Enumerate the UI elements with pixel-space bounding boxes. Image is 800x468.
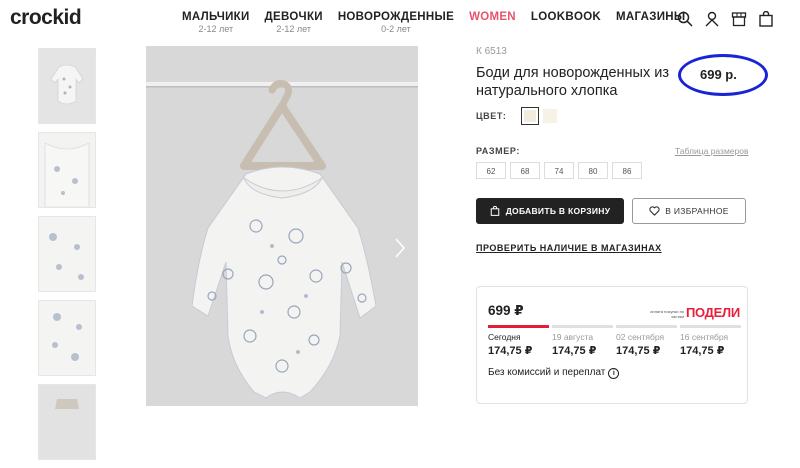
next-image-arrow[interactable] <box>393 236 407 260</box>
add-to-cart-button[interactable]: ДОБАВИТЬ В КОРЗИНУ <box>476 198 624 224</box>
info-icon[interactable]: i <box>608 368 620 379</box>
color-swatch-selected[interactable] <box>521 107 539 125</box>
thumbnail-5[interactable] <box>38 384 96 460</box>
nav-label: WOMEN <box>469 11 516 23</box>
no-fees-note: Без комиссий и переплат i <box>488 367 620 379</box>
crockid-logo[interactable]: crockid <box>10 6 82 30</box>
payment-date: Сегодня <box>488 332 521 342</box>
podeli-brand: ПОДЕЛИ <box>686 305 740 320</box>
header-icons <box>666 11 774 27</box>
payment-bar <box>616 325 677 328</box>
payment-date: 16 сентября <box>680 332 729 342</box>
payment-step-3: 02 сентября 174,75 ₽ <box>616 325 677 357</box>
bag-icon <box>490 206 499 216</box>
nav-label: ДЕВОЧКИ <box>264 11 323 23</box>
bodysuit-sleeve-image <box>39 217 95 291</box>
podeli-tagline: оплата покупки по частям <box>650 309 684 319</box>
store-icon[interactable] <box>731 11 747 27</box>
payment-step-2: 19 августа 174,75 ₽ <box>552 325 613 357</box>
podeli-installment-widget[interactable]: 699 ₽ оплата покупки по частям ПОДЕЛИ Се… <box>476 286 748 404</box>
nav-newborns[interactable]: НОВОРОЖДЕННЫЕ 0-2 лет <box>338 11 454 34</box>
payment-step-1: Сегодня 174,75 ₽ <box>488 325 549 357</box>
nav-sub: 0-2 лет <box>381 24 411 34</box>
user-icon[interactable] <box>704 11 720 27</box>
payment-bar <box>680 325 741 328</box>
color-label: ЦВЕТ: <box>476 111 507 121</box>
check-store-availability-link[interactable]: ПРОВЕРИТЬ НАЛИЧИЕ В МАГАЗИНАХ <box>476 243 662 253</box>
main-nav: МАЛЬЧИКИ 2-12 лет ДЕВОЧКИ 2-12 лет НОВОРОЖ… <box>182 11 700 34</box>
podeli-logo: оплата покупки по частям ПОДЕЛИ <box>646 305 741 321</box>
thumbnail-2[interactable] <box>38 132 96 208</box>
bodysuit-on-hanger-image <box>146 46 418 406</box>
nav-sub: 2-12 лет <box>276 24 311 34</box>
nav-label: НОВОРОЖДЕННЫЕ <box>337 11 455 23</box>
installment-price: 699 ₽ <box>488 303 524 318</box>
payment-amount: 174,75 ₽ <box>488 345 533 357</box>
color-swatch[interactable] <box>543 109 557 123</box>
nav-label: LOOKBOOK <box>530 11 602 23</box>
bodysuit-print-image <box>39 301 95 375</box>
add-to-favorites-button[interactable]: В ИЗБРАННОЕ <box>632 198 746 224</box>
bodysuit-back-image <box>39 385 95 459</box>
thumbnail-3[interactable] <box>38 216 96 292</box>
nav-sub: 2-12 лет <box>198 24 234 34</box>
main-product-image[interactable] <box>146 46 418 406</box>
nav-boys[interactable]: МАЛЬЧИКИ 2-12 лет <box>182 11 250 34</box>
thumbnail-gallery <box>38 48 96 468</box>
product-title: Боди для новорожденных из натурального х… <box>476 65 669 99</box>
product-sku: К 6513 <box>476 46 507 57</box>
payment-step-4: 16 сентября 174,75 ₽ <box>680 325 741 357</box>
nav-girls[interactable]: ДЕВОЧКИ 2-12 лет <box>265 11 323 34</box>
site-header: crockid МАЛЬЧИКИ 2-12 лет ДЕВОЧКИ 2-12 лет… <box>0 0 800 40</box>
nav-lookbook[interactable]: LOOKBOOK <box>531 11 601 34</box>
heart-icon <box>649 206 660 216</box>
size-option[interactable]: 80 <box>578 162 608 179</box>
payment-date: 02 сентября <box>616 332 665 342</box>
size-option[interactable]: 68 <box>510 162 540 179</box>
payment-date: 19 августа <box>552 332 594 342</box>
no-fees-text: Без комиссий и переплат <box>488 367 606 378</box>
size-option[interactable]: 74 <box>544 162 574 179</box>
size-options: 62 68 74 80 86 <box>476 162 646 179</box>
bodysuit-thumb-image <box>39 49 95 123</box>
size-option[interactable]: 86 <box>612 162 642 179</box>
payment-bar <box>552 325 613 328</box>
add-to-cart-label: ДОБАВИТЬ В КОРЗИНУ <box>505 206 611 216</box>
nav-label: МАЛЬЧИКИ <box>182 11 250 23</box>
swatch-fill <box>524 110 536 122</box>
size-table-link[interactable]: Таблица размеров <box>675 146 749 156</box>
payment-amount: 174,75 ₽ <box>552 345 597 357</box>
payment-amount: 174,75 ₽ <box>680 345 725 357</box>
bodysuit-detail-image <box>39 133 95 207</box>
thumbnail-4[interactable] <box>38 300 96 376</box>
payment-amount: 174,75 ₽ <box>616 345 661 357</box>
thumbnail-1[interactable] <box>38 48 96 124</box>
search-icon[interactable] <box>677 11 693 27</box>
product-price: 699 р. <box>700 67 737 82</box>
add-to-favorites-label: В ИЗБРАННОЕ <box>665 206 729 216</box>
size-option[interactable]: 62 <box>476 162 506 179</box>
payment-bar <box>488 325 549 328</box>
logo-text: crockid <box>10 6 82 29</box>
nav-women[interactable]: WOMEN <box>469 11 516 34</box>
size-label: РАЗМЕР: <box>476 146 520 156</box>
bag-icon[interactable] <box>758 11 774 27</box>
